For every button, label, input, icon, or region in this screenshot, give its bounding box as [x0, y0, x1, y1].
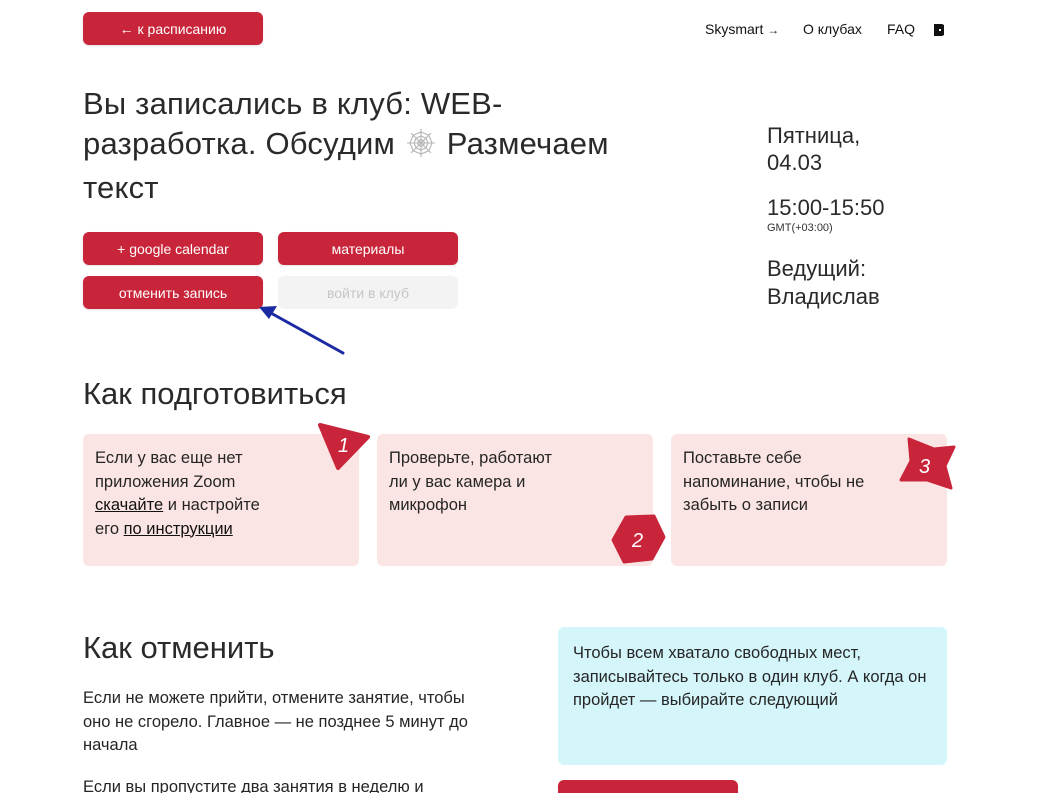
step-3-text: Поставьте себе напоминание, чтобы не заб… [683, 449, 865, 514]
cancel-booking-button[interactable]: отменить запись [83, 276, 263, 309]
bottom-action-button[interactable] [558, 780, 738, 793]
step-1-line3-rest: и настройте [163, 496, 260, 514]
schedule-day: Пятница, [767, 123, 861, 148]
nav-faq-link[interactable]: FAQ [887, 20, 915, 38]
nav-skysmart-label: Skysmart [705, 21, 764, 37]
step-1-line4-prefix: его [95, 519, 124, 538]
step-2-text: Проверьте, работают ли у вас камера и ми… [389, 449, 552, 514]
step-3-badge-icon: 3 [899, 437, 956, 490]
host-label: Ведущий: [767, 256, 867, 281]
materials-button[interactable]: материалы [278, 232, 458, 265]
step-3-number: 3 [919, 456, 930, 478]
one-club-notice: Чтобы всем хватало свободных мест, запис… [558, 627, 947, 765]
step-2-badge-icon: 2 [611, 514, 666, 564]
cancel-paragraph-1: Если не можете прийти, отмените занятие,… [83, 689, 468, 754]
arrow-right-icon: → [767, 23, 780, 37]
schedule-timezone: GMT(+03:00) [767, 222, 833, 234]
step-1-line1: Если у вас еще нет [95, 449, 243, 467]
logout-icon[interactable] [933, 21, 945, 39]
cancel-heading: Как отменить [83, 630, 275, 665]
page-title: Вы записались в клуб: WEB-разработка. Об… [83, 84, 663, 208]
step-1-line4: его по инструкции [95, 518, 347, 542]
title-text-part1: Вы записались в клуб: WEB-разработка. Об… [83, 86, 503, 161]
step-1-number: 1 [338, 435, 349, 457]
step-1-line3: скачайте и настройте [95, 494, 347, 518]
back-to-schedule-button[interactable]: ← к расписанию [83, 12, 263, 45]
step-1-badge-icon: 1 [318, 423, 370, 470]
top-nav: Skysmart → [705, 20, 779, 38]
notice-text: Чтобы всем хватало свободных мест, запис… [573, 644, 927, 709]
step-2-number: 2 [631, 530, 643, 552]
annotation-arrow-icon [259, 306, 345, 355]
host-name: Владислав [767, 284, 880, 309]
step-1-line2: приложения Zoom [95, 472, 236, 491]
prepare-heading: Как подготовиться [83, 376, 347, 411]
spider-web-icon [406, 128, 436, 168]
nav-skysmart-link[interactable]: Skysmart → [705, 21, 779, 37]
google-calendar-button[interactable]: + google calendar [83, 232, 263, 265]
cancel-paragraph-2: Если вы пропустите два занятия в неделю … [83, 778, 424, 793]
download-zoom-link[interactable]: скачайте [95, 496, 163, 514]
nav-about-clubs-link[interactable]: О клубах [803, 20, 862, 38]
schedule-date: 04.03 [767, 150, 823, 175]
schedule-time: 15:00-15:50 [767, 195, 885, 220]
instructions-link[interactable]: по инструкции [124, 520, 233, 538]
